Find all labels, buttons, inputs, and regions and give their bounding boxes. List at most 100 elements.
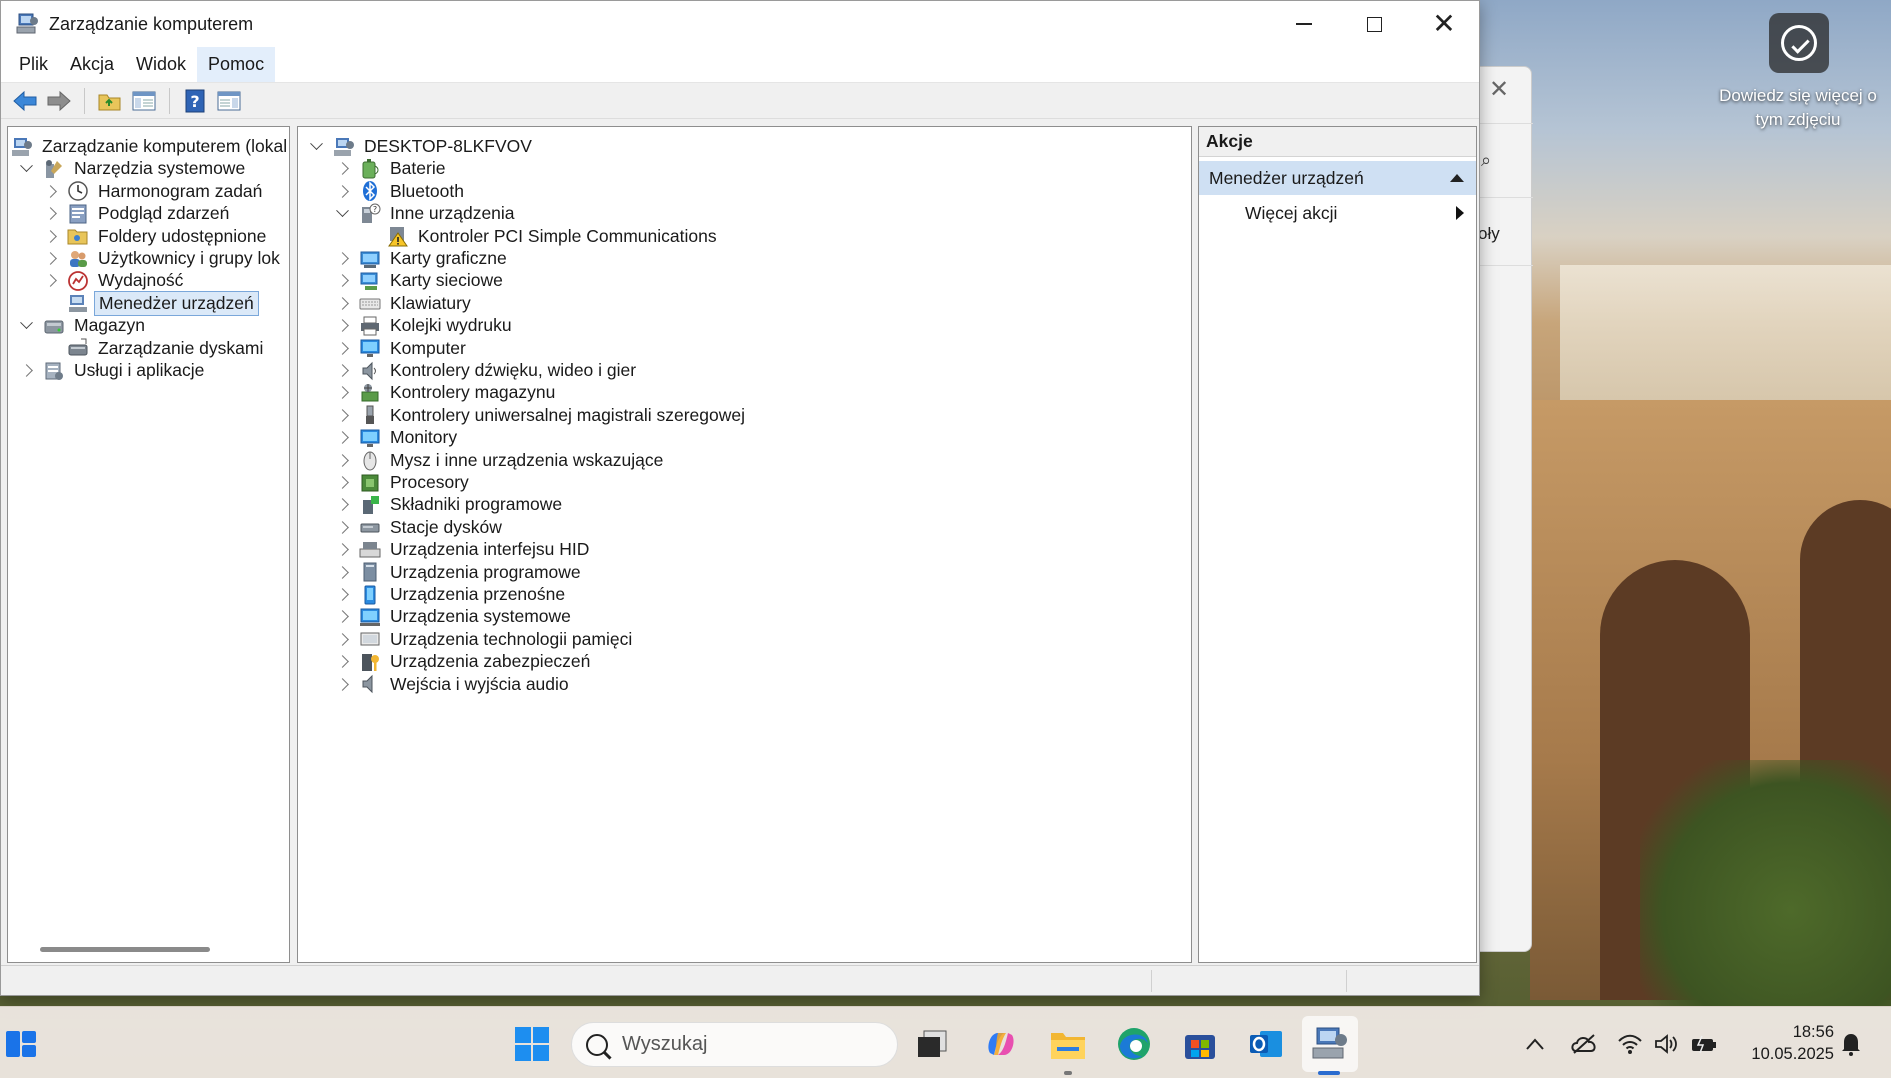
status-cell (1151, 970, 1152, 992)
copilot-button[interactable] (980, 1023, 1022, 1065)
chevron-down-icon[interactable] (334, 206, 350, 222)
wallpaper-building (1560, 265, 1891, 415)
spotlight-button[interactable] (1769, 13, 1829, 73)
onedrive-button[interactable] (1563, 1023, 1605, 1065)
status-bar (1, 965, 1479, 995)
menu-pomoc[interactable]: Pomoc (197, 47, 276, 82)
chevron-right-icon[interactable] (42, 251, 58, 267)
menu-akcja[interactable]: Akcja (59, 47, 125, 82)
widgets-button[interactable] (0, 1023, 42, 1065)
chevron-right-icon[interactable] (18, 363, 34, 379)
close-icon[interactable]: ✕ (1489, 75, 1509, 104)
chevron-right-icon[interactable] (334, 631, 350, 647)
chevron-right-icon[interactable] (334, 430, 350, 446)
help-button[interactable]: ? (180, 86, 210, 116)
back-button[interactable] (10, 86, 40, 116)
forward-button[interactable] (44, 86, 74, 116)
clock[interactable]: 18:56 10.05.2025 (1751, 1021, 1834, 1065)
store-button[interactable] (1179, 1023, 1221, 1065)
tree-item-label: Baterie (390, 158, 446, 179)
edge-button[interactable] (1113, 1023, 1155, 1065)
battery-icon (1692, 1035, 1716, 1054)
horizontal-scrollbar[interactable] (14, 944, 282, 954)
menu-plik[interactable]: Plik (8, 47, 59, 82)
close-button[interactable]: ✕ (1409, 1, 1479, 47)
search-icon[interactable]: ⌕ (1481, 150, 1491, 171)
battery-button[interactable] (1683, 1023, 1725, 1065)
maximize-button[interactable] (1339, 1, 1409, 47)
taskbar-search[interactable]: Wyszukaj (571, 1022, 898, 1067)
window-title: Zarządzanie komputerem (49, 13, 254, 34)
chevron-right-icon[interactable] (334, 251, 350, 267)
title-bar[interactable]: Zarządzanie komputerem ✕ (1, 1, 1479, 47)
computer-management-taskbar-button[interactable] (1309, 1023, 1351, 1065)
chevron-right-icon[interactable] (42, 206, 58, 222)
scrollbar-thumb[interactable] (40, 947, 210, 952)
notifications-button[interactable] (1830, 1023, 1872, 1065)
svg-text:?: ? (190, 92, 199, 111)
chevron-right-icon[interactable] (334, 497, 350, 513)
tree-item-label: Narzędzia systemowe (74, 158, 246, 179)
chevron-right-icon[interactable] (334, 564, 350, 580)
tree-item-label: Kontrolery dźwięku, wideo i gier (390, 360, 637, 380)
chevron-right-icon[interactable] (334, 654, 350, 670)
chevron-right-icon[interactable] (334, 609, 350, 625)
chevron-right-icon[interactable] (334, 318, 350, 334)
actions-section-device-manager[interactable]: Menedżer urządzeń (1199, 161, 1476, 195)
chevron-right-icon[interactable] (334, 340, 350, 356)
tree-item-label: Wydajność (98, 270, 184, 291)
console-tree-pane[interactable]: Zarządzanie komputerem (lokal Narzędzia s… (7, 126, 290, 963)
menu-widok[interactable]: Widok (125, 47, 197, 82)
device-tree-pane[interactable]: DESKTOP-8LKFVOV Baterie Bluetooth? Inne urz… (297, 126, 1192, 963)
tree-item-label: Komputer (390, 337, 466, 358)
device-category-item[interactable]: Wejścia i wyjścia audio (334, 671, 569, 698)
tree-item-label: Składniki programowe (390, 494, 563, 515)
maximize-icon (1366, 16, 1382, 32)
chevron-right-icon[interactable] (334, 475, 350, 491)
up-folder-button[interactable] (95, 86, 125, 116)
chevron-right-icon[interactable] (42, 228, 58, 244)
show-actions-pane-button[interactable] (214, 86, 244, 116)
chevron-right-icon[interactable] (334, 407, 350, 423)
actions-pane-icon (217, 91, 241, 110)
chevron-down-icon[interactable] (18, 318, 34, 334)
back-arrow-icon (13, 90, 37, 111)
show-hidden-icons-button[interactable] (1514, 1023, 1556, 1065)
chevron-right-icon[interactable] (334, 676, 350, 692)
chevron-right-icon[interactable] (334, 452, 350, 468)
help-icon: ? (185, 89, 205, 112)
collapse-triangle-icon[interactable] (1450, 174, 1464, 182)
chevron-right-icon[interactable] (334, 295, 350, 311)
chevron-right-icon[interactable] (334, 542, 350, 558)
chevron-down-icon[interactable] (308, 139, 324, 155)
chevron-right-icon[interactable] (334, 161, 350, 177)
start-button[interactable] (511, 1023, 553, 1065)
volume-button[interactable] (1646, 1023, 1688, 1065)
chevron-right-icon[interactable] (42, 183, 58, 199)
wifi-button[interactable] (1609, 1023, 1651, 1065)
minimize-button[interactable] (1269, 1, 1339, 47)
spotlight-text[interactable]: Dowiedz się więcej o tym zdjęciu (1708, 84, 1888, 132)
folder-up-icon (98, 94, 121, 110)
tree-item-label: Foldery udostępnione (98, 225, 267, 246)
chevron-right-icon[interactable] (334, 587, 350, 603)
chevron-right-icon[interactable] (334, 519, 350, 535)
show-hide-tree-button[interactable] (129, 86, 159, 116)
task-view-button[interactable] (911, 1023, 953, 1065)
chevron-right-icon[interactable] (334, 183, 350, 199)
tree-item-label: Harmonogram zadań (98, 180, 263, 201)
more-actions-item[interactable]: Więcej akcji (1199, 195, 1476, 231)
computer-management-window: Zarządzanie komputerem ✕ Plik Akcja Wido… (0, 0, 1480, 996)
divider (1471, 123, 1533, 124)
chevron-right-icon[interactable] (334, 385, 350, 401)
file-explorer-button[interactable] (1047, 1023, 1089, 1065)
tree-item-label: Stacje dysków (390, 516, 502, 537)
chevron-right-icon[interactable] (42, 273, 58, 289)
console-tree-item[interactable]: Usługi i aplikacje (18, 357, 204, 384)
chevron-down-icon[interactable] (18, 161, 34, 177)
outlook-button[interactable] (1245, 1023, 1287, 1065)
divider (1471, 265, 1533, 266)
chevron-right-icon[interactable] (334, 363, 350, 379)
chevron-right-icon[interactable] (334, 273, 350, 289)
